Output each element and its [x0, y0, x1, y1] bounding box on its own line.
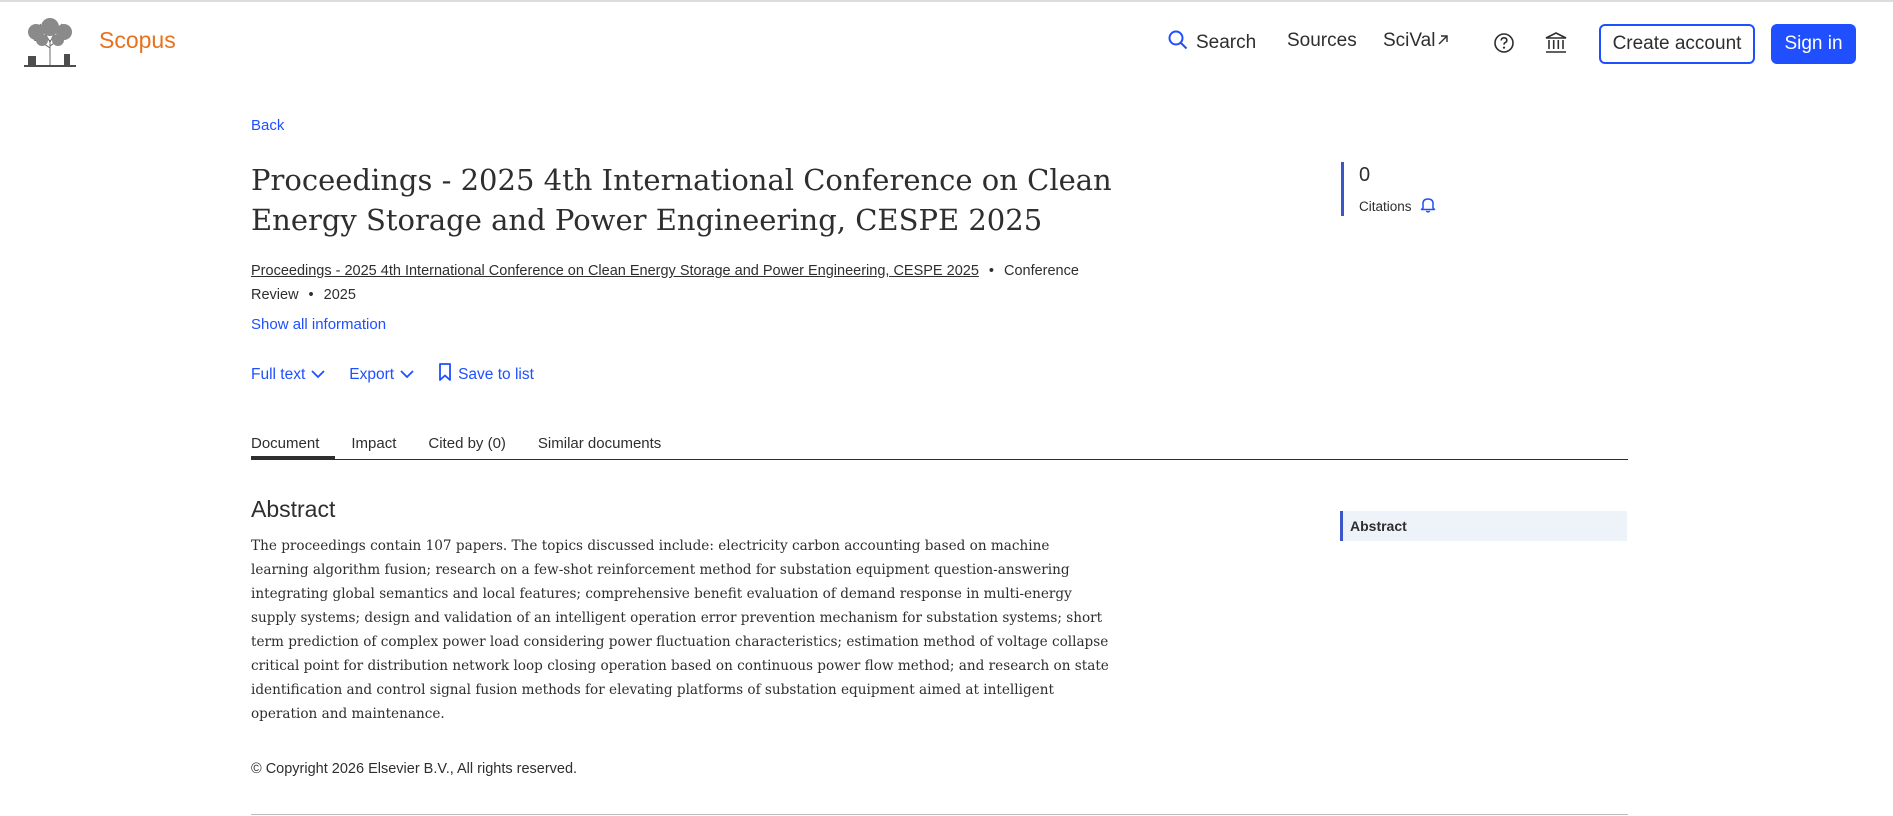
abstract-text: The proceedings contain 107 papers. The … — [251, 538, 1109, 722]
site-header: Scopus Search Sources SciVal Create acco… — [0, 2, 1893, 82]
search-icon — [1168, 30, 1188, 56]
source-title-link[interactable]: Proceedings - 2025 4th International Con… — [251, 263, 979, 279]
chevron-down-icon — [400, 366, 414, 384]
citations-bar — [1341, 162, 1344, 216]
full-text-label: Full text — [251, 366, 306, 383]
meta-separator: • — [308, 287, 314, 303]
bookmark-icon — [438, 363, 452, 387]
tab-impact[interactable]: Impact — [351, 430, 396, 459]
copyright-text: © Copyright 2026 Elsevier B.V., All righ… — [251, 761, 578, 777]
nav-search[interactable]: Search — [1168, 30, 1256, 56]
save-to-list-label: Save to list — [458, 366, 534, 383]
institution-icon[interactable] — [1541, 28, 1571, 58]
nav-search-label: Search — [1196, 32, 1257, 53]
back-link[interactable]: Back — [251, 117, 284, 134]
export-button[interactable]: Export — [349, 366, 414, 384]
create-account-button[interactable]: Create account — [1599, 24, 1755, 64]
export-label: Export — [349, 366, 395, 383]
document-actions: Full text Export Save to list — [251, 363, 558, 387]
tab-similar-documents[interactable]: Similar documents — [538, 430, 661, 459]
abstract-heading: Abstract — [251, 496, 336, 522]
elsevier-logo[interactable] — [22, 18, 78, 68]
tab-document[interactable]: Document — [251, 430, 336, 459]
nav-scival[interactable]: SciVal — [1383, 30, 1449, 52]
document-title: Proceedings - 2025 4th International Con… — [251, 163, 1112, 237]
show-all-information-link[interactable]: Show all information — [251, 316, 386, 333]
external-link-icon — [1437, 30, 1449, 52]
nav-scival-label: SciVal — [1383, 30, 1436, 51]
full-text-button[interactable]: Full text — [251, 366, 325, 384]
document-meta: Proceedings - 2025 4th International Con… — [251, 259, 1101, 307]
nav-sources[interactable]: Sources — [1287, 30, 1357, 52]
meta-separator: • — [988, 263, 994, 279]
chevron-down-icon — [311, 366, 325, 384]
scopus-brand[interactable]: Scopus — [99, 27, 176, 54]
document-tabs: Document Impact Cited by (0) Similar doc… — [251, 430, 1628, 460]
footer-divider — [251, 814, 1628, 815]
document-year: 2025 — [323, 287, 356, 303]
citations-label: Citations — [1359, 198, 1412, 214]
side-nav-abstract[interactable]: Abstract — [1340, 511, 1627, 541]
citations-label-row: Citations — [1359, 196, 1436, 216]
citations-count: 0 — [1359, 164, 1371, 186]
sign-in-button[interactable]: Sign in — [1771, 24, 1856, 64]
save-to-list-button[interactable]: Save to list — [438, 363, 534, 387]
bell-icon[interactable] — [1420, 196, 1436, 216]
tab-cited-by[interactable]: Cited by (0) — [428, 430, 506, 459]
help-icon[interactable] — [1489, 28, 1519, 58]
